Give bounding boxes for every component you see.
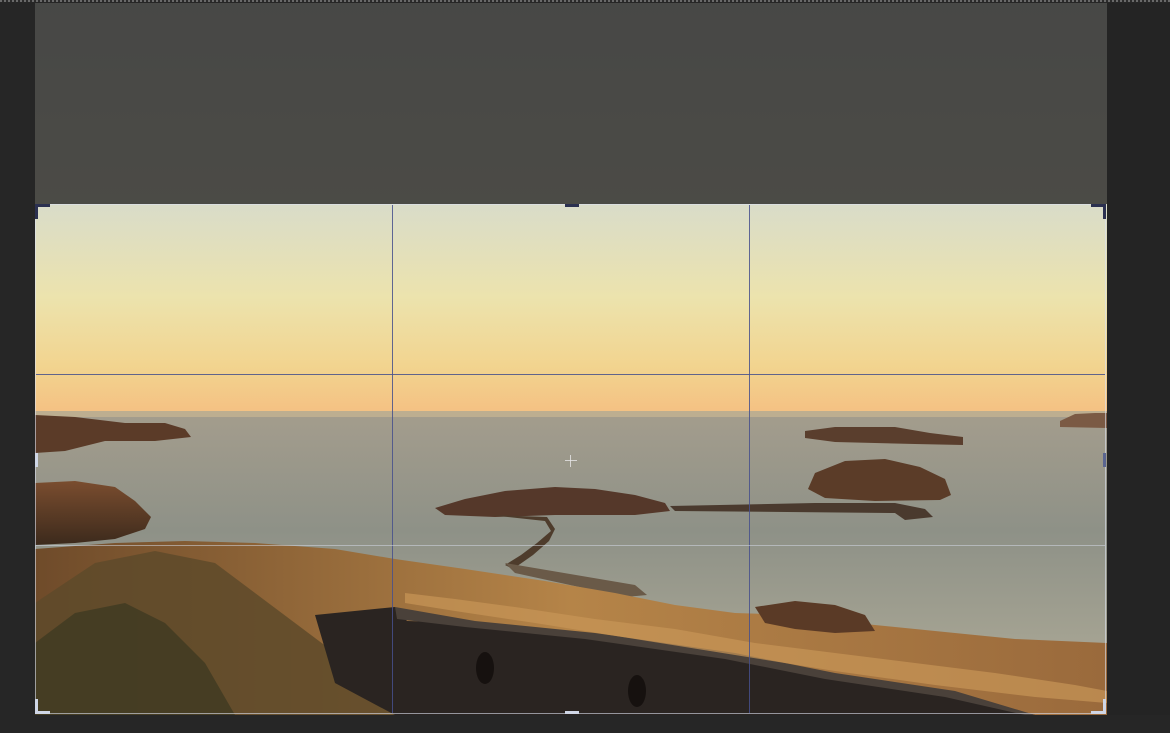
image-canvas[interactable] [35, 3, 1107, 715]
crop-corner-handle-top-left[interactable] [35, 204, 50, 219]
crop-edge-handle-bottom[interactable] [565, 711, 579, 714]
grid-line-vertical-1 [392, 205, 393, 713]
crop-corner-handle-bottom-right[interactable] [1091, 699, 1106, 714]
top-ruler [0, 0, 1170, 2]
crop-edge-handle-left[interactable] [35, 453, 38, 467]
workspace-bottom-margin [0, 715, 1170, 733]
grid-line-horizontal-2 [36, 545, 1105, 546]
crop-corner-handle-bottom-left[interactable] [35, 699, 50, 714]
grid-line-horizontal-1 [36, 374, 1105, 375]
crop-corner-handle-top-right[interactable] [1091, 204, 1106, 219]
crop-edge-handle-top[interactable] [565, 204, 579, 207]
workspace-right-margin [1107, 3, 1170, 715]
grid-line-vertical-2 [749, 205, 750, 713]
crop-frame[interactable] [35, 204, 1106, 714]
crop-edge-handle-right[interactable] [1103, 453, 1106, 467]
crop-excluded-area [35, 3, 1107, 204]
crop-center-target-icon[interactable] [565, 455, 577, 467]
